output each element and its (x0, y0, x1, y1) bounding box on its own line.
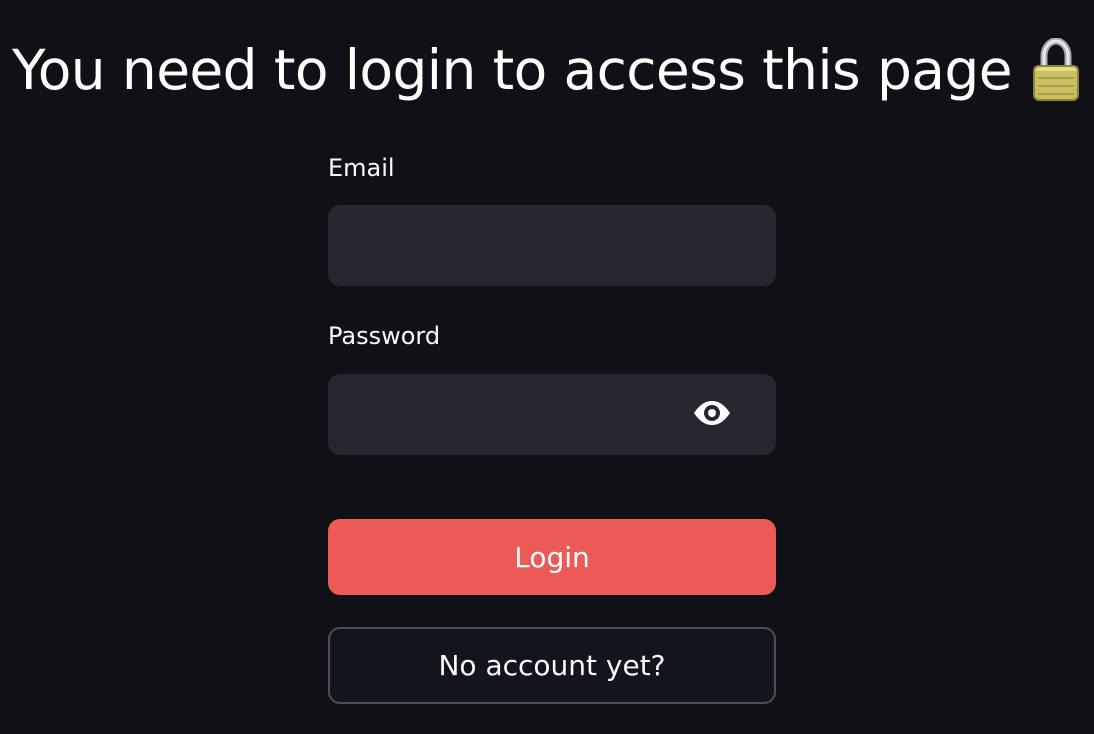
eye-icon (692, 399, 732, 430)
page-header: You need to login to access this page (0, 28, 1094, 112)
email-label: Email (328, 154, 395, 182)
no-account-button[interactable]: No account yet? (328, 627, 776, 704)
login-button[interactable]: Login (328, 519, 776, 595)
page-title: You need to login to access this page (12, 38, 1013, 102)
password-label: Password (328, 322, 441, 350)
lock-icon (1030, 37, 1082, 102)
password-field-wrapper (328, 374, 776, 455)
email-field[interactable] (328, 205, 776, 286)
show-password-button[interactable] (690, 394, 734, 434)
login-page: You need to login to access this page Em… (0, 0, 1094, 734)
